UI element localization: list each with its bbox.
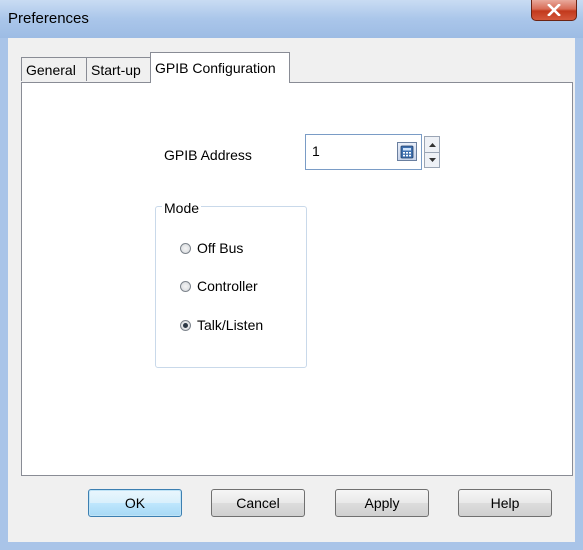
radio-off-bus-circle <box>180 242 191 254</box>
gpib-address-value: 1 <box>312 143 320 159</box>
radio-controller[interactable]: Controller <box>180 278 258 294</box>
tab-start-up-label: Start-up <box>91 61 141 78</box>
cancel-button-label: Cancel <box>236 495 280 511</box>
help-button-label: Help <box>490 495 520 511</box>
close-button[interactable] <box>531 0 577 21</box>
gpib-address-label: GPIB Address <box>164 147 252 163</box>
spin-down-button[interactable] <box>425 152 439 167</box>
calculator-icon <box>400 145 414 158</box>
cancel-button[interactable]: Cancel <box>211 489 305 517</box>
close-icon <box>547 4 561 16</box>
radio-controller-circle <box>180 280 191 292</box>
mode-group-label: Mode <box>162 200 202 216</box>
window-frame-bottom <box>0 542 583 550</box>
chevron-down-icon <box>428 157 436 162</box>
radio-controller-label: Controller <box>197 278 258 294</box>
ok-button-label: OK <box>124 495 146 511</box>
radio-talk-listen[interactable]: Talk/Listen <box>180 317 263 333</box>
radio-talk-listen-circle <box>180 319 191 331</box>
apply-button-label: Apply <box>364 495 400 511</box>
tab-start-up[interactable]: Start-up <box>86 57 151 81</box>
tab-gpib-configuration-label: GPIB Configuration <box>155 60 276 76</box>
gpib-address-spinner[interactable] <box>424 136 440 168</box>
tab-gpib-configuration[interactable]: GPIB Configuration <box>150 52 290 83</box>
radio-off-bus-label: Off Bus <box>197 240 244 256</box>
radio-off-bus[interactable]: Off Bus <box>180 240 243 256</box>
window-frame-left <box>0 38 8 550</box>
window-frame-right <box>575 38 583 550</box>
calculator-button[interactable] <box>397 142 417 161</box>
ok-button[interactable]: OK <box>88 489 182 517</box>
title-bar[interactable]: Preferences <box>0 0 583 38</box>
chevron-up-icon <box>428 142 436 147</box>
help-button[interactable]: Help <box>458 489 552 517</box>
spin-up-button[interactable] <box>425 137 439 153</box>
radio-talk-listen-label: Talk/Listen <box>197 317 264 333</box>
apply-button[interactable]: Apply <box>335 489 429 517</box>
tab-general-label: General <box>26 61 76 78</box>
window-title: Preferences <box>8 10 89 27</box>
tab-general[interactable]: General <box>21 57 87 81</box>
